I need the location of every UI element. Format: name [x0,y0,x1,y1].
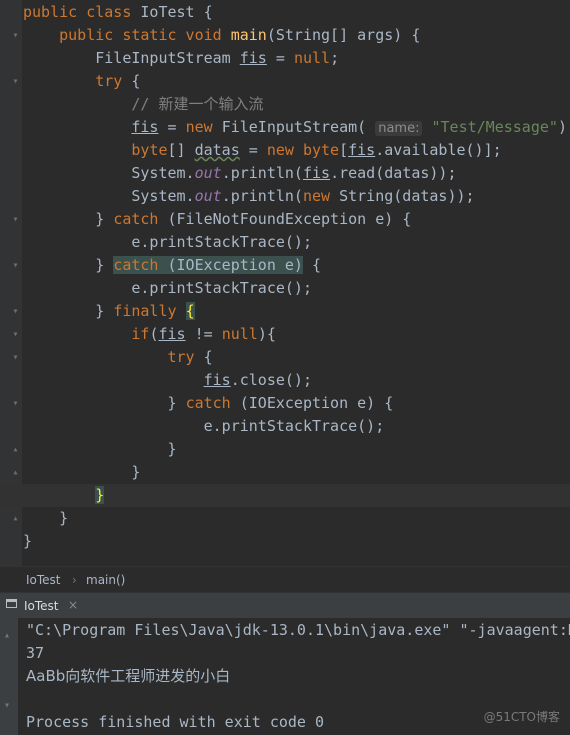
code-line[interactable]: } finally { [0,300,570,323]
code-line[interactable]: fis.close(); [0,369,570,392]
code-line[interactable]: } [0,507,570,530]
code-line[interactable]: e.printStackTrace(); [0,231,570,254]
parameter-hint: name: [375,121,423,136]
code-line[interactable]: e.printStackTrace(); [0,415,570,438]
breadcrumb-separator: › [72,573,77,587]
breadcrumb-class[interactable]: IoTest [26,573,61,587]
code-line-current[interactable]: } [0,484,570,507]
code-line[interactable]: } [0,461,570,484]
run-tab-label[interactable]: IoTest [24,599,59,613]
code-line[interactable]: fis = new FileInputStream( name: "Test/M… [0,116,570,139]
code-line[interactable]: public class IoTest { [0,1,570,24]
scroll-up-icon[interactable]: ▴ [4,630,10,641]
code-line[interactable]: } [0,438,570,461]
code-editor[interactable]: ▾ ▾ ▾ ▾ ▾ ▾ ▾ ▾ ▴ ▴ ▴ ▴ public class IoT… [0,0,570,566]
code-line[interactable]: public static void main(String[] args) { [0,24,570,47]
scroll-down-icon[interactable]: ▾ [4,700,10,711]
console-toolbar: ▴ ▾ [0,618,18,735]
code-line[interactable]: System.out.println(new String(datas)); [0,185,570,208]
code-line[interactable]: System.out.println(fis.read(datas)); [0,162,570,185]
code-line[interactable]: try { [0,346,570,369]
code-line[interactable]: } catch (IOException e) { [0,392,570,415]
console-line-output: AaBb向软件工程师进发的小白 [26,667,231,685]
breadcrumb: IoTest › main() [0,566,570,593]
class-name: IoTest [140,3,195,21]
code-line[interactable]: FileInputStream fis = null; [0,47,570,70]
code-line[interactable]: // 新建一个输入流 [0,93,570,116]
console-line-command: "C:\Program Files\Java\jdk-13.0.1\bin\ja… [26,621,570,639]
close-tab-icon[interactable]: × [68,598,78,612]
breadcrumb-method[interactable]: main() [86,573,125,587]
run-tool-window-header: IoTest × [0,592,570,619]
console-line-exit: Process finished with exit code 0 [26,713,325,731]
code-line[interactable]: } [0,530,570,553]
run-console[interactable]: ▴ ▾ "C:\Program Files\Java\jdk-13.0.1\bi… [0,618,570,735]
code-line[interactable]: e.printStackTrace(); [0,277,570,300]
code-line[interactable]: if(fis != null){ [0,323,570,346]
code-line[interactable]: byte[] datas = new byte[fis.available()]… [0,139,570,162]
code-line[interactable]: } catch (IOException e) { [0,254,570,277]
code-line[interactable]: try { [0,70,570,93]
console-line-output: 37 [26,644,45,662]
watermark: @51CTO博客 [483,710,560,724]
run-console-icon [6,599,17,608]
code-line[interactable]: } catch (FileNotFoundException e) { [0,208,570,231]
